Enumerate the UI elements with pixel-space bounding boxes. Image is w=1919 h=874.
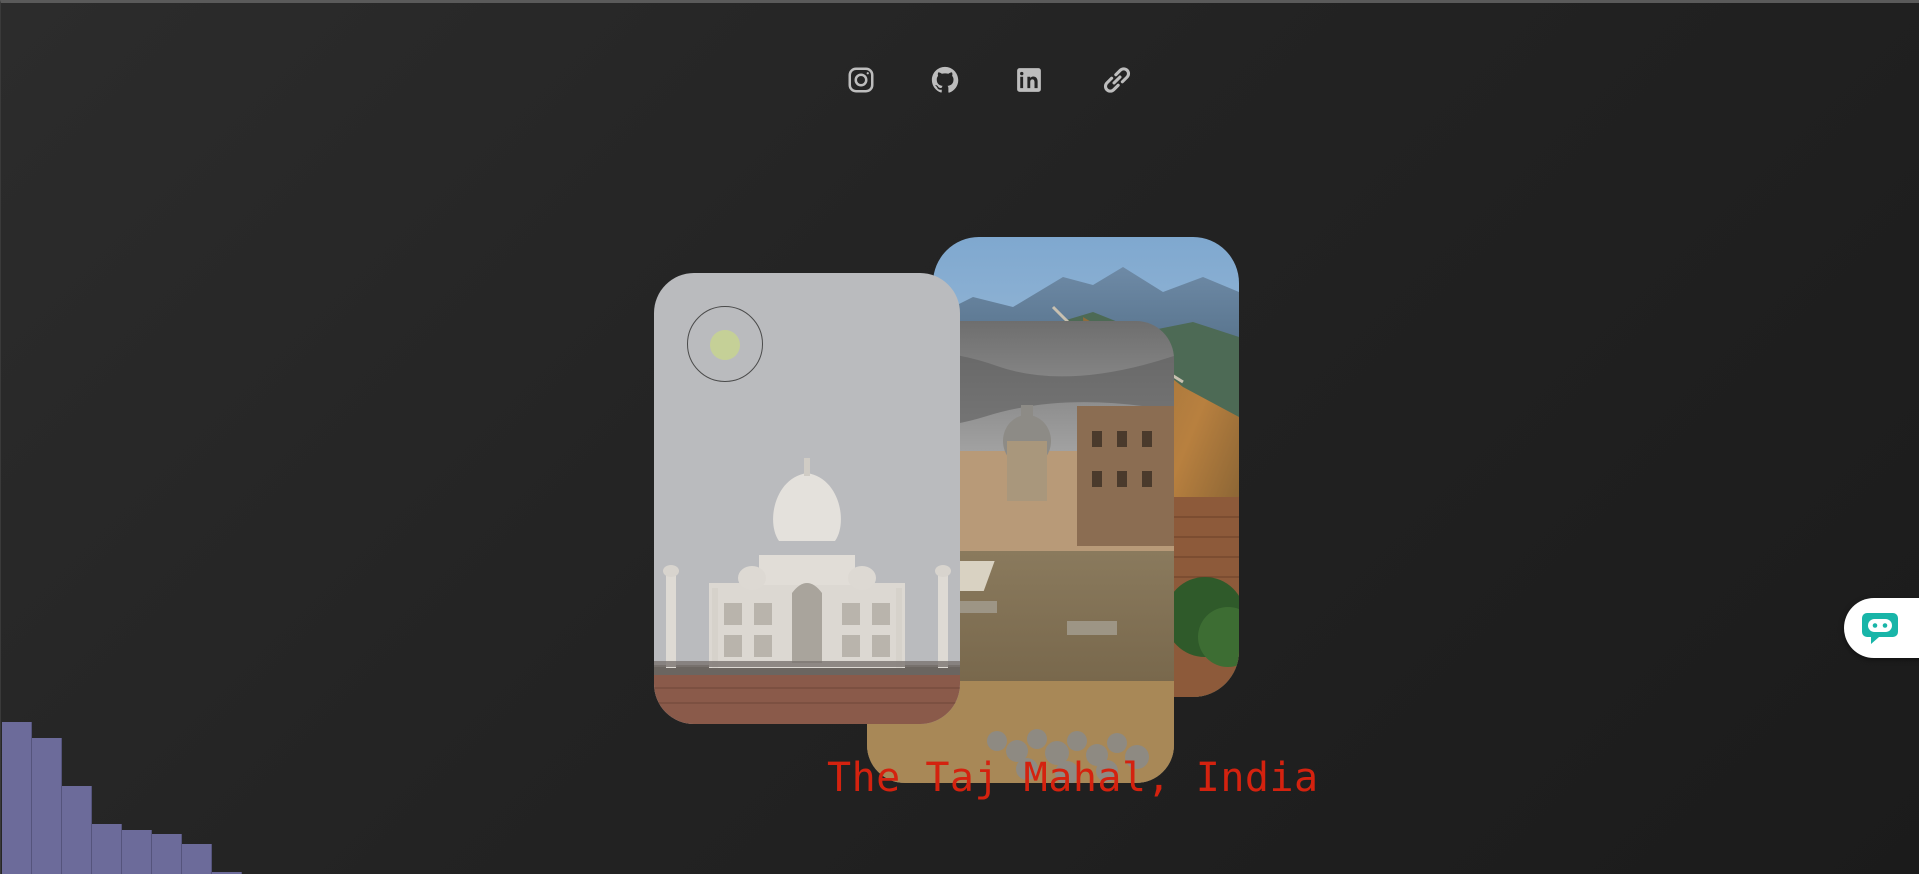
audio-bars <box>2 674 262 874</box>
website-link[interactable] <box>1098 65 1136 95</box>
cursor-dot <box>710 330 740 360</box>
chat-widget-button[interactable] <box>1844 598 1919 658</box>
audio-bar <box>62 786 92 874</box>
audio-bar <box>2 722 32 874</box>
audio-bar <box>152 834 182 874</box>
audio-bar <box>32 738 62 874</box>
link-icon <box>1103 67 1131 93</box>
linkedin-link[interactable] <box>1014 65 1044 95</box>
social-links <box>846 65 1136 95</box>
audio-bar <box>182 844 212 874</box>
linkedin-icon <box>1017 68 1041 92</box>
chat-bot-icon <box>1862 613 1898 644</box>
instagram-link[interactable] <box>846 65 876 95</box>
page: The Taj Mahal, India <box>0 0 1919 874</box>
github-link[interactable] <box>930 65 960 95</box>
instagram-icon <box>848 67 874 93</box>
audio-bar <box>122 830 152 874</box>
github-icon <box>931 66 959 93</box>
audio-bar <box>92 824 122 874</box>
gallery-caption: The Taj Mahal, India <box>827 755 1319 801</box>
